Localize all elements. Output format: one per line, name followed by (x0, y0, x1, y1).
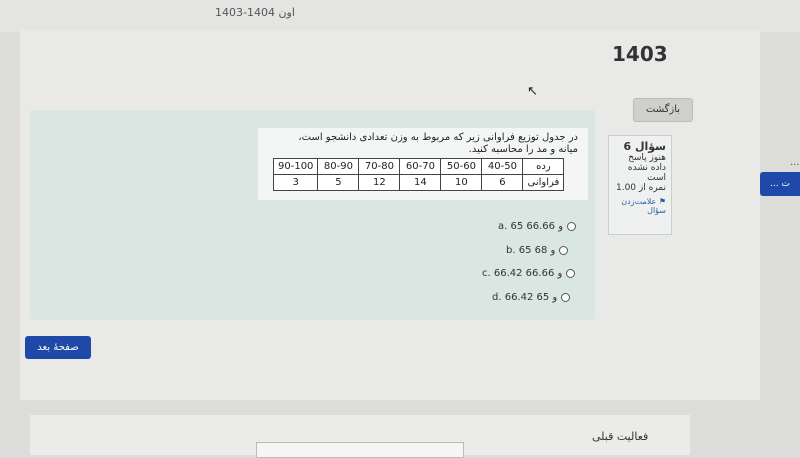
table-cell: 60-70 (399, 158, 442, 175)
table-cell: 5 (317, 174, 360, 191)
back-button[interactable]: بازگشت (633, 98, 693, 122)
question-line-1: در جدول توزیع فراوانی زیر که مربوط به وز… (298, 132, 578, 143)
next-page-button[interactable]: صفحهٔ بعد (25, 336, 91, 359)
radio-button[interactable] (559, 245, 569, 255)
table-cell: 3 (272, 174, 319, 191)
question-line-2: میانه و مد را محاسبه کنید. (468, 144, 578, 155)
question-status: هنوز پاسخ داده نشده است (627, 153, 666, 183)
option-label: b. 65 و 68 (506, 245, 556, 256)
table-header-row: 90-100 80-90 70-80 60-70 50-60 40-50 رده (272, 158, 565, 175)
table-cell: 6 (481, 174, 524, 191)
mouse-cursor-icon: ↖ (527, 84, 538, 99)
side-button[interactable]: ... ت (760, 172, 800, 196)
frequency-table: 90-100 80-90 70-80 60-70 50-60 40-50 رده… (272, 158, 565, 191)
table-row: 3 5 12 14 10 6 فراوانی (272, 174, 565, 191)
option-label: d. 66.42 و 65 (492, 292, 558, 303)
option-b[interactable]: b. 65 و 68 (506, 245, 569, 256)
flag-question-link[interactable]: ⚑ علامت‌زدن سؤال (614, 197, 666, 215)
question-score: نمره از 1.00 (615, 183, 666, 193)
table-cell: 70-80 (358, 158, 401, 175)
table-cell: فراوانی (522, 174, 565, 191)
table-cell: 12 (358, 174, 401, 191)
option-a[interactable]: a. 65 و 66.66 (498, 221, 577, 232)
table-cell: 50-60 (440, 158, 483, 175)
option-c[interactable]: c. 66.42 و 66.66 (482, 268, 576, 279)
top-strip: اون 1404-1403 (0, 0, 800, 32)
radio-button[interactable] (561, 292, 571, 302)
table-cell: 40-50 (481, 158, 524, 175)
breadcrumb: اون 1404-1403 (215, 6, 295, 19)
table-cell: 14 (399, 174, 442, 191)
previous-activity-label: فعالیت قبلی (592, 430, 649, 443)
side-text: ...12 (790, 157, 800, 168)
radio-button[interactable] (566, 268, 576, 278)
option-label: a. 65 و 66.66 (498, 221, 564, 232)
flag-icon: ⚑ (658, 197, 666, 206)
page-title: 1403 (612, 42, 668, 66)
question-number: سؤال 6 (623, 140, 666, 153)
option-d[interactable]: d. 66.42 و 65 (492, 292, 571, 303)
question-text: در جدول توزیع فراوانی زیر که مربوط به وز… (268, 132, 578, 156)
radio-button[interactable] (567, 221, 577, 231)
table-cell: رده (522, 158, 565, 175)
option-label: c. 66.42 و 66.66 (482, 268, 563, 279)
question-info: سؤال 6 هنوز پاسخ داده نشده است نمره از 1… (608, 135, 672, 235)
activity-select[interactable] (256, 442, 464, 458)
table-cell: 10 (440, 174, 483, 191)
table-cell: 80-90 (317, 158, 360, 175)
table-cell: 90-100 (272, 158, 319, 175)
